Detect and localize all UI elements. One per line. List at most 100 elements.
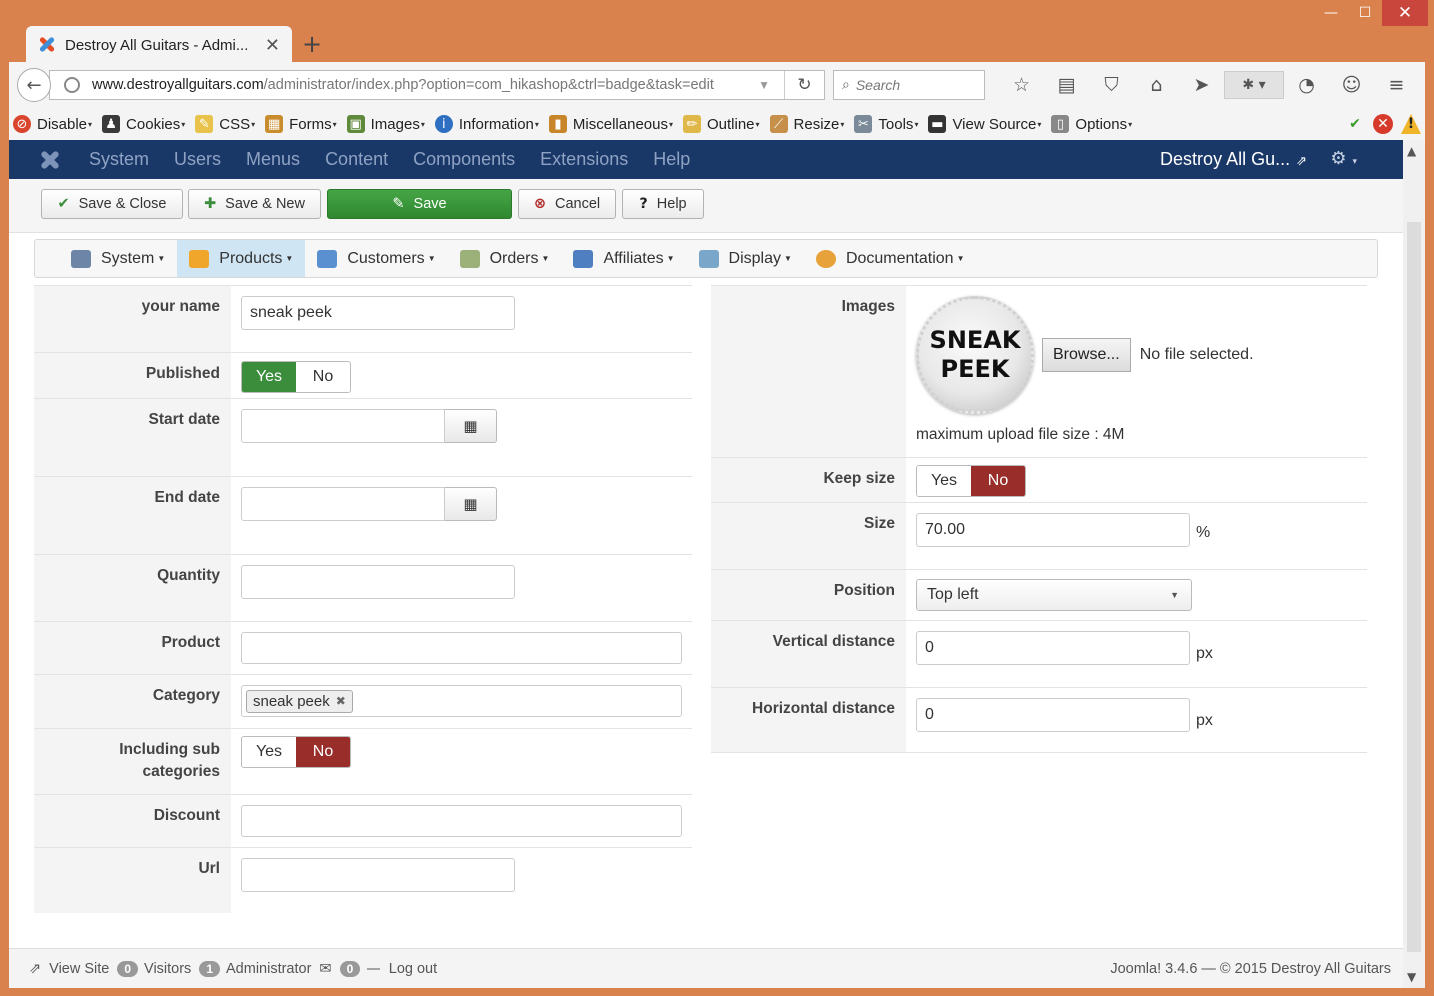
pocket-icon[interactable]: ⛉ [1089, 74, 1134, 96]
disable-icon: ⊘ [13, 115, 31, 133]
view-source-icon: ▬ [928, 115, 947, 133]
hika-menu-products[interactable]: Products ▼ [177, 240, 306, 277]
your-name-input[interactable]: sneak peek [241, 296, 515, 330]
firebug-icon[interactable]: ✱ ▾ [1224, 71, 1284, 99]
logout-link[interactable]: Log out [389, 961, 437, 977]
close-window-icon[interactable]: ✕ [1382, 0, 1428, 26]
keep-size-yes[interactable]: Yes [917, 466, 971, 496]
end-date-input[interactable] [241, 487, 445, 521]
search-input[interactable]: ⌕ Search [833, 70, 985, 100]
cookies-icon: ♟ [102, 115, 121, 133]
cancel-icon: ⊗ [533, 196, 546, 212]
devbar-forms[interactable]: ▦ Forms ▾ [265, 115, 337, 133]
menu-menus[interactable]: Menus [246, 149, 300, 170]
menu-system[interactable]: System [89, 149, 149, 170]
menu-help[interactable]: Help [653, 149, 690, 170]
menu-users[interactable]: Users [174, 149, 221, 170]
customers-icon [317, 249, 338, 268]
devbar-options[interactable]: ▯ Options ▾ [1051, 115, 1132, 133]
horizontal-distance-input[interactable]: 0 [916, 698, 1190, 732]
page-scrollbar[interactable]: ▲ ▼ [1403, 140, 1425, 988]
devbar-miscellaneous[interactable]: ▮ Miscellaneous ▾ [548, 115, 673, 133]
hika-menu-display[interactable]: Display ▼ [687, 240, 804, 277]
smiley-icon[interactable]: ☺ [1329, 74, 1374, 96]
product-input[interactable] [241, 632, 682, 664]
save-new-button[interactable]: ✚ Save & New [188, 189, 321, 219]
images-icon: ▣ [346, 115, 365, 133]
devbar-images[interactable]: ▣ Images ▾ [346, 115, 425, 133]
devbar-tools[interactable]: ✂ Tools ▾ [854, 115, 918, 133]
reading-list-icon[interactable]: ▤ [1044, 74, 1089, 96]
scrollbar-thumb[interactable] [1407, 222, 1421, 952]
calendar-icon[interactable]: ▦ [445, 409, 497, 443]
cancel-button[interactable]: ⊗ Cancel [518, 189, 616, 219]
history-icon[interactable]: ◔ [1284, 74, 1329, 96]
devbar-disable[interactable]: ⊘ Disable ▾ [13, 115, 92, 133]
start-date-label: Start date [34, 399, 231, 476]
size-input[interactable]: 70.00 [916, 513, 1190, 547]
chevron-down-icon: ▼ [1170, 590, 1179, 600]
position-select[interactable]: Top left ▼ [916, 579, 1192, 611]
hika-menu-system[interactable]: System ▼ [35, 240, 177, 277]
save-close-button[interactable]: ✔ Save & Close [41, 189, 183, 219]
keep-size-toggle: Yes No [916, 465, 1026, 497]
maximize-icon[interactable]: ☐ [1348, 0, 1382, 26]
remove-tag-icon[interactable]: ✖ [336, 694, 346, 708]
back-button[interactable]: ← [17, 68, 51, 102]
calendar-icon[interactable]: ▦ [445, 487, 497, 521]
published-yes[interactable]: Yes [242, 362, 296, 392]
quantity-input[interactable] [241, 565, 515, 599]
url-dropdown-icon[interactable]: ▼ [758, 78, 770, 92]
including-sub-yes[interactable]: Yes [242, 737, 296, 767]
hika-menu-documentation[interactable]: Documentation ▼ [804, 240, 977, 277]
envelope-icon[interactable]: ✉ [319, 961, 331, 977]
including-sub-no[interactable]: No [296, 737, 350, 767]
reload-icon[interactable]: ↻ [784, 71, 824, 99]
devbar-resize[interactable]: ⟋ Resize ▾ [769, 115, 844, 133]
keep-size-no[interactable]: No [971, 466, 1025, 496]
minimize-icon[interactable]: — [1314, 0, 1348, 26]
hika-menu-affiliates[interactable]: Affiliates ▼ [561, 240, 686, 277]
vertical-distance-input[interactable]: 0 [916, 631, 1190, 665]
url-input[interactable] [241, 858, 515, 892]
menu-extensions[interactable]: Extensions [540, 149, 628, 170]
devbar-information[interactable]: i Information ▾ [434, 115, 539, 133]
hika-menu-customers[interactable]: Customers ▼ [305, 240, 447, 277]
warning-icon[interactable]: ! [1401, 114, 1421, 134]
home-icon[interactable]: ⌂ [1134, 74, 1179, 96]
start-date-input[interactable] [241, 409, 445, 443]
devbar-css[interactable]: ✎ CSS ▾ [195, 115, 255, 133]
error-icon[interactable]: ✕ [1373, 114, 1393, 134]
address-bar[interactable]: www.destroyallguitars.com/administrator/… [49, 70, 825, 100]
settings-gear-icon[interactable]: ⚙ ▾ [1330, 148, 1357, 169]
site-name-link[interactable]: Destroy All Gu... ⇗ [1160, 149, 1307, 170]
devbar-view-source[interactable]: ▬ View Source ▾ [928, 115, 1041, 133]
view-site-link[interactable]: View Site [49, 961, 109, 977]
new-tab-icon[interactable]: + [302, 30, 322, 58]
menu-icon[interactable]: ≡ [1374, 74, 1419, 96]
devbar-outline[interactable]: ✏ Outline ▾ [682, 115, 760, 133]
edit-icon: ✎ [392, 196, 405, 212]
row-discount: Discount [34, 794, 692, 847]
tab-close-icon[interactable]: ✕ [265, 35, 280, 56]
joomla-logo-icon[interactable] [39, 149, 61, 171]
browser-tab[interactable]: Destroy All Guitars - Admi... ✕ [26, 26, 292, 64]
scroll-up-icon[interactable]: ▲ [1407, 144, 1416, 158]
devbar-cookies[interactable]: ♟ Cookies ▾ [102, 115, 185, 133]
check-icon[interactable]: ✔ [1345, 114, 1365, 134]
discount-input[interactable] [241, 805, 682, 837]
help-button[interactable]: ? Help [622, 189, 704, 219]
send-icon[interactable]: ➤ [1179, 74, 1224, 96]
save-button[interactable]: ✎ Save [327, 189, 512, 219]
published-no[interactable]: No [296, 362, 350, 392]
url-text[interactable]: www.destroyallguitars.com/administrator/… [92, 77, 744, 93]
menu-components[interactable]: Components [413, 149, 515, 170]
visitors-label: Visitors [144, 960, 192, 977]
bookmark-star-icon[interactable]: ☆ [999, 74, 1044, 96]
scroll-down-icon[interactable]: ▼ [1407, 970, 1416, 984]
browse-button[interactable]: Browse... [1042, 338, 1131, 372]
category-input[interactable]: sneak peek ✖ [241, 685, 682, 717]
row-start-date: Start date ▦ [34, 398, 692, 476]
menu-content[interactable]: Content [325, 149, 388, 170]
hika-menu-orders[interactable]: Orders ▼ [448, 240, 562, 277]
